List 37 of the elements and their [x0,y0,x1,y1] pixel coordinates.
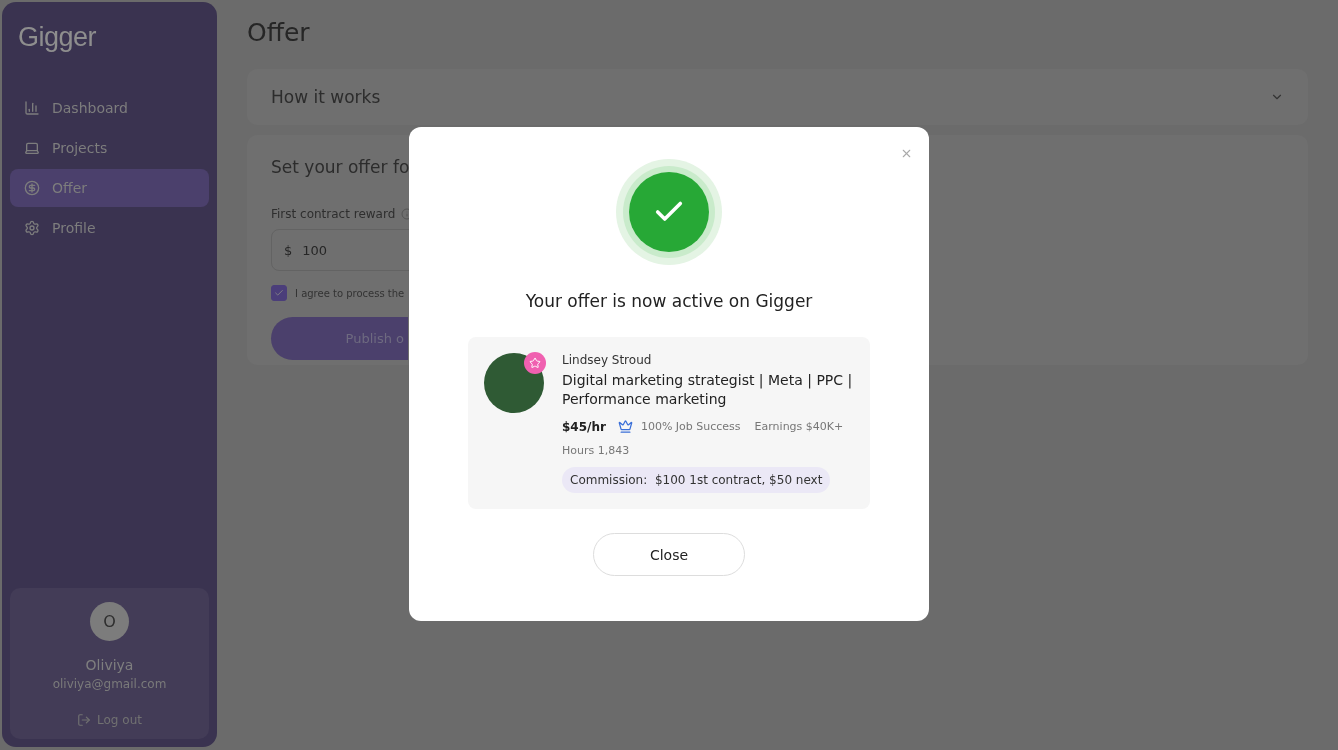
accordion-title: How it works [271,87,381,107]
earnings: Earnings $40K+ [754,420,844,433]
gear-icon [24,220,40,236]
freelancer-headline: Digital marketing strategist | Meta | PPC | Performance marketing [562,371,854,409]
nav-label: Dashboard [52,100,128,116]
dollar-circle-icon [24,180,40,196]
logo: Gigger [17,21,98,54]
close-icon[interactable] [900,147,913,160]
user-name: Oliviya [85,657,134,673]
close-button[interactable]: Close [593,533,745,576]
nav-label: Offer [52,180,88,196]
commission-tag: Commission: $100 1st contract, $50 next [562,467,831,493]
star-badge-icon [524,352,546,374]
nav-item[interactable]: Projects [10,129,209,167]
nav-label: Projects [52,140,108,156]
user-avatar: O [90,602,129,641]
job-success: 100% Job Success [640,420,741,433]
laptop-icon [24,140,40,156]
bar-chart-icon [24,100,40,116]
nav-item[interactable]: Dashboard [10,89,209,127]
section-heading: Set your offer fo [271,157,411,177]
checkbox[interactable] [271,285,287,301]
freelancer-name: Lindsey Stroud [562,353,653,367]
nav-item[interactable]: Offer [10,169,209,207]
nav-label: Profile [52,220,96,236]
crown-icon [617,419,633,434]
check-icon [274,288,284,298]
user-email: oliviya@gmail.com [52,677,167,691]
accordion-header[interactable]: How it works [247,69,1308,125]
dialog-title: Your offer is now active on Gigger [525,291,813,311]
hours: Hours 1,843 [562,444,631,457]
nav-item[interactable]: Profile [10,209,209,247]
field-label: First contract reward [271,207,396,221]
page-title: Offer [247,18,311,47]
logout-icon [77,713,92,727]
hourly-rate: $45/hr [562,419,606,434]
photo-placeholder [484,353,544,413]
